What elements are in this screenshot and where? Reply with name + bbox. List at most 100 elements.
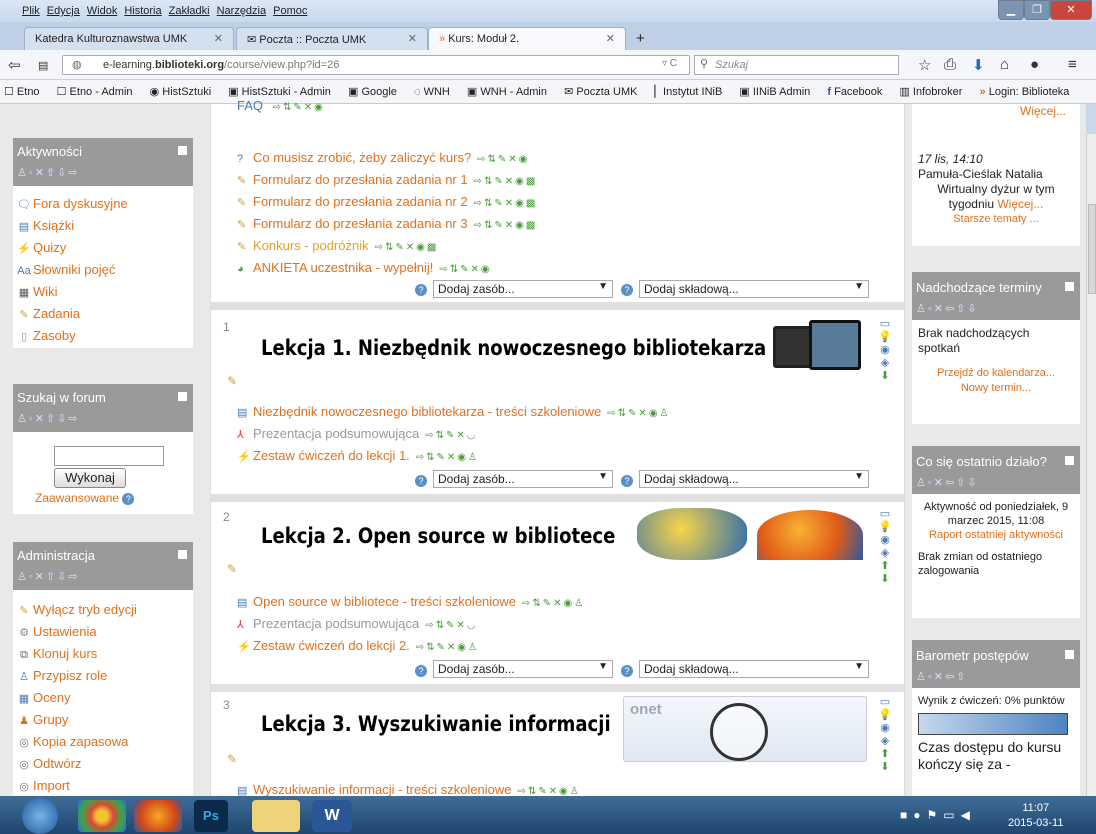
edit-tools-icon[interactable]: ⇨⇅✎✕◉▩ <box>474 220 538 231</box>
activity-item[interactable]: ? Co musisz zrobić, żeby zaliczyć kurs? ⇨⇅… <box>237 150 529 165</box>
activity-item[interactable]: ⅄ Prezentacja podsumowująca ⇨⇅✎✕◡ <box>237 616 477 631</box>
edit-tools-icon[interactable]: ⇨⇅✎✕◉▩ <box>375 242 439 253</box>
tab-poczta[interactable]: ✉ Poczta :: Poczta UMK ✕ <box>236 27 428 50</box>
visibility-icon[interactable]: ◉ <box>875 722 895 735</box>
bookmark-wnh[interactable]: ◌ WNH <box>414 86 457 98</box>
highlight-icon[interactable]: 💡 <box>875 709 895 722</box>
move-down-icon[interactable]: ⬇ <box>875 370 895 383</box>
bookmark-etno-admin[interactable]: ☐ Etno - Admin <box>57 86 140 98</box>
close-tab-icon[interactable]: ✕ <box>606 32 615 45</box>
ruler-icon[interactable]: ◈ <box>875 357 895 370</box>
move-up-icon[interactable]: ⬆ <box>875 560 895 573</box>
menu-narzedzia[interactable]: Narzędzia <box>217 5 267 17</box>
advanced-search-link[interactable]: Zaawansowane ? <box>35 491 135 505</box>
older-topics-link[interactable]: Starsze tematy ... <box>918 212 1074 227</box>
bookmark-iinib-admin[interactable]: ▣ IINiB Admin <box>739 86 817 98</box>
activity-item[interactable]: ▤ Open source w bibliotece - treści szkol… <box>237 594 585 609</box>
edit-tools-icon[interactable]: ⇨⇅✎✕◉♙ <box>522 598 585 609</box>
activity-item[interactable]: ⚡ Zestaw ćwiczeń do lekcji 2. ⇨⇅✎✕◉♙ <box>237 638 479 653</box>
admin-import[interactable]: ◎ Import <box>13 776 193 796</box>
url-bar[interactable]: e-learning.biblioteki.org/course/view.ph… <box>62 55 690 75</box>
show-only-icon[interactable]: ▭ <box>875 508 895 521</box>
help-icon[interactable]: ? <box>621 284 633 296</box>
collapse-icon[interactable] <box>1065 456 1074 465</box>
highlight-icon[interactable]: 💡 <box>875 331 895 344</box>
minimize-button[interactable]: ▁ <box>998 0 1024 20</box>
add-activity-select[interactable]: Dodaj składową... ▼ <box>639 470 869 488</box>
activity-forums[interactable]: 🗨 Fora dyskusyjne <box>13 194 193 216</box>
help-icon[interactable]: ? <box>621 475 633 487</box>
close-tab-icon[interactable]: ✕ <box>408 32 417 45</box>
bookmark-star-icon[interactable]: ☆ <box>918 56 931 74</box>
start-button[interactable] <box>22 798 58 834</box>
explorer-taskbar-icon[interactable] <box>252 800 300 832</box>
add-resource-select[interactable]: Dodaj zasób... ▼ <box>433 280 613 298</box>
edit-summary-icon[interactable]: ✎ <box>227 752 237 766</box>
bookmarks-menu-icon[interactable]: ⎙ <box>944 56 956 73</box>
tab-kurs[interactable]: » Kurs: Moduł 2. ✕ <box>428 27 626 50</box>
admin-edit-mode[interactable]: ✎ Wyłącz tryb edycji <box>13 600 193 622</box>
show-only-icon[interactable]: ▭ <box>875 318 895 331</box>
move-down-icon[interactable]: ⬇ <box>875 573 895 586</box>
bookmark-poczta[interactable]: ✉ Poczta UMK <box>564 86 644 98</box>
add-activity-select[interactable]: Dodaj składową... ▼ <box>639 280 869 298</box>
add-resource-select[interactable]: Dodaj zasób... ▼ <box>433 470 613 488</box>
activity-item[interactable]: ✎ Formularz do przesłania zadania nr 1 ⇨⇅✎… <box>237 172 537 187</box>
show-only-icon[interactable]: ▭ <box>875 696 895 709</box>
faq-link[interactable]: FAQ ⇨⇅✎✕◉ <box>237 98 325 113</box>
bookmark-instytut[interactable]: ▏Instytut INiB <box>655 86 730 98</box>
activity-quizzes[interactable]: ⚡ Quizy <box>13 238 193 260</box>
close-window-button[interactable]: ✕ <box>1050 0 1092 20</box>
visibility-icon[interactable]: ◉ <box>875 344 895 357</box>
firefox-taskbar-icon[interactable] <box>134 800 182 832</box>
activity-item[interactable]: ✎ Konkurs - podróżnik ⇨⇅✎✕◉▩ <box>237 238 438 253</box>
word-taskbar-icon[interactable]: W <box>312 800 352 832</box>
activity-glossaries[interactable]: Aa Słowniki pojęć <box>13 260 193 282</box>
page-scrollbar[interactable] <box>1086 134 1096 796</box>
menu-plik[interactable]: Plik <box>22 5 40 17</box>
bookmark-login[interactable]: » Login: Biblioteka <box>980 86 1077 98</box>
highlight-icon[interactable]: 💡 <box>875 521 895 534</box>
bookmark-facebook[interactable]: f Facebook <box>827 86 889 98</box>
tray-icons[interactable]: ■●⚑▭◀ <box>900 808 976 822</box>
move-up-icon[interactable]: ⬆ <box>875 748 895 761</box>
activity-item[interactable]: ⅄ Prezentacja podsumowująca ⇨⇅✎✕◡ <box>237 426 477 441</box>
activity-item[interactable]: ▤ Wyszukiwanie informacji - treści szkole… <box>237 782 581 797</box>
reader-icon[interactable]: ▤ <box>38 59 48 72</box>
clock[interactable]: 11:07 2015-03-11 <box>1008 801 1063 831</box>
bookmark-etno[interactable]: ☐ Etno <box>4 86 47 98</box>
edit-controls-icon[interactable]: ♙◦✕⇦⇧⇩ <box>916 476 979 489</box>
help-icon[interactable]: ? <box>122 493 135 505</box>
collapse-icon[interactable] <box>1065 650 1074 659</box>
move-down-icon[interactable]: ⬇ <box>875 761 895 774</box>
help-icon[interactable]: ? <box>415 284 427 296</box>
edit-tools-icon[interactable]: ⇨⇅✎✕◡ <box>425 620 477 631</box>
edit-summary-icon[interactable]: ✎ <box>227 562 237 576</box>
activity-item[interactable]: ✎ Formularz do przesłania zadania nr 3 ⇨⇅✎… <box>237 216 537 231</box>
news-more-link[interactable]: Więcej... <box>1020 104 1066 118</box>
new-tab-icon[interactable]: + <box>636 30 645 47</box>
menu-edycja[interactable]: Edycja <box>47 5 80 17</box>
download-icon[interactable]: ⬇ <box>972 56 985 74</box>
back-icon[interactable]: ⇦ <box>8 56 21 74</box>
activity-books[interactable]: ▤ Książki <box>13 216 193 238</box>
edit-controls-icon[interactable]: ♙◦✕⇧⇩⇨ <box>17 570 80 583</box>
bookmark-histsztuki-admin[interactable]: ▣ HistSztuki - Admin <box>228 86 338 98</box>
bookmark-histsztuki[interactable]: ◉ HistSztuki <box>150 86 219 98</box>
bookmark-wnh-admin[interactable]: ▣ WNH - Admin <box>467 86 554 98</box>
forum-search-input[interactable] <box>54 446 164 466</box>
edit-tools-icon[interactable]: ⇨⇅✎✕◉ <box>477 154 529 165</box>
new-event-link[interactable]: Nowy termin... <box>918 381 1074 396</box>
edit-tools-icon[interactable]: ⇨⇅✎✕◡ <box>425 430 477 441</box>
hamburger-menu-icon[interactable]: ≡ <box>1068 56 1077 73</box>
activity-item[interactable]: ◕ ANKIETA uczestnika - wypełnij! ⇨⇅✎✕◉ <box>237 260 492 275</box>
menu-historia[interactable]: Historia <box>124 5 161 17</box>
edit-tools-icon[interactable]: ⇨⇅✎✕◉▩ <box>474 176 538 187</box>
activity-resources[interactable]: ▯ Zasoby <box>13 326 193 348</box>
chrome-taskbar-icon[interactable] <box>78 800 126 832</box>
add-activity-select[interactable]: Dodaj składową... ▼ <box>639 660 869 678</box>
edit-tools-icon[interactable]: ⇨⇅✎✕◉♙ <box>416 452 479 463</box>
edit-tools-icon[interactable]: ⇨⇅✎✕◉♙ <box>416 642 479 653</box>
admin-settings[interactable]: ⚙ Ustawienia <box>13 622 193 644</box>
activity-assignments[interactable]: ✎ Zadania <box>13 304 193 326</box>
